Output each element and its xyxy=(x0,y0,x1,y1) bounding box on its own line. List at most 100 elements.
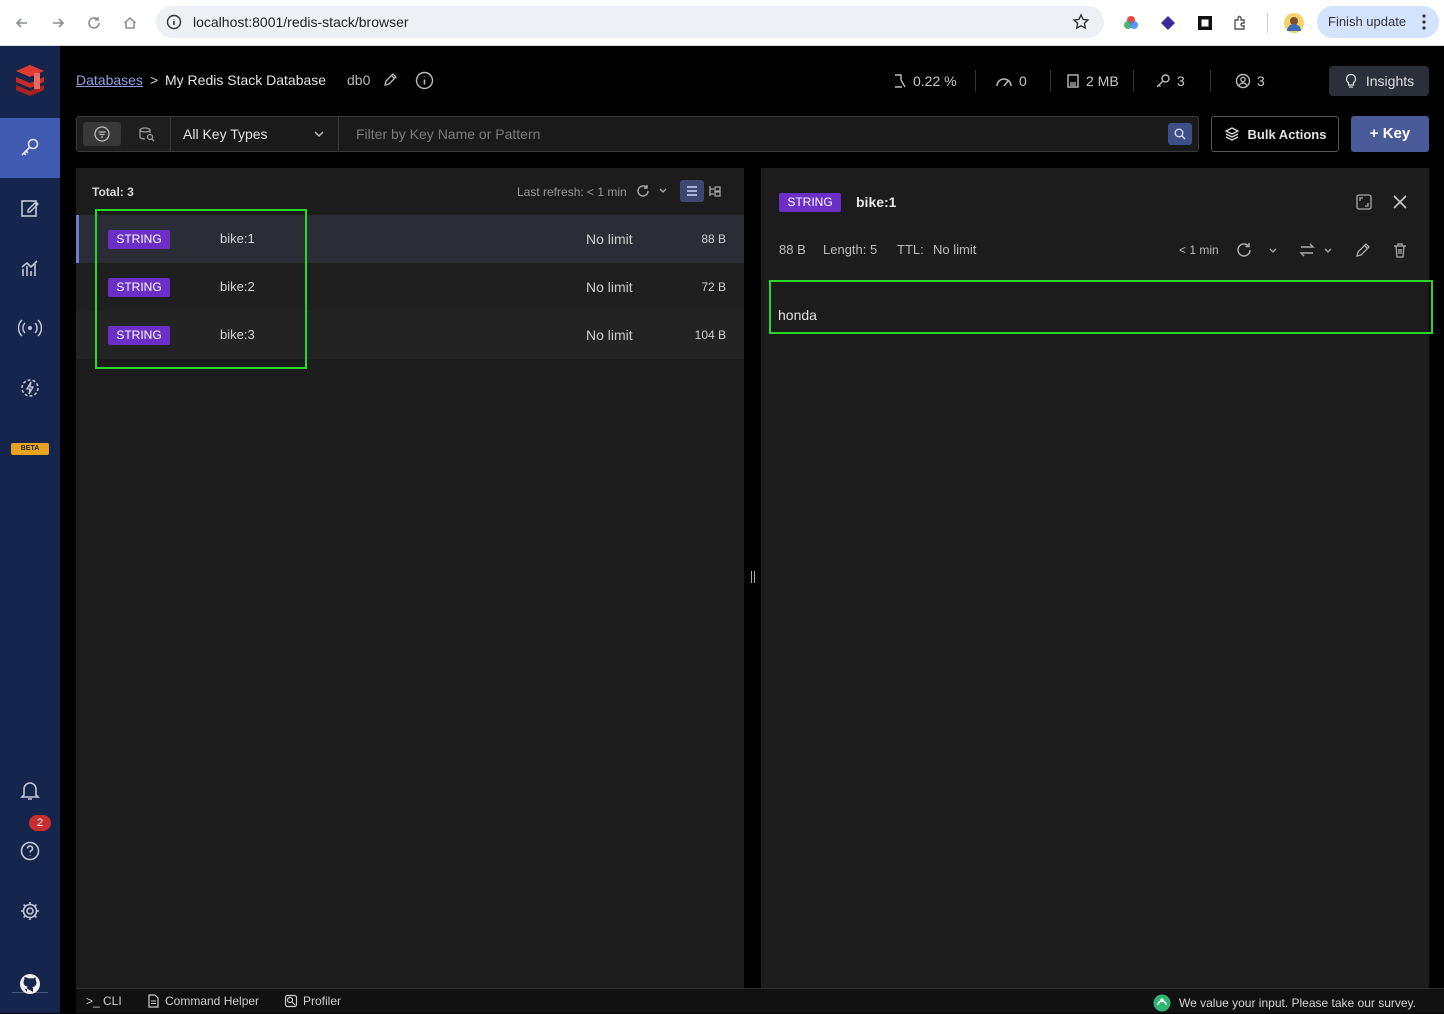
keys-value: 3 xyxy=(1177,73,1185,89)
view-mode-toggle xyxy=(77,117,171,151)
kebab-menu-icon[interactable] xyxy=(1422,6,1426,38)
resize-grip-icon[interactable] xyxy=(751,571,755,583)
color-extension-icon[interactable] xyxy=(1120,12,1142,34)
delete-trash-icon[interactable] xyxy=(1391,241,1409,259)
site-info-icon[interactable] xyxy=(166,14,182,30)
string-value-text: honda xyxy=(778,307,817,323)
string-value-area[interactable]: honda xyxy=(769,280,1433,334)
key-list-panel: Total: 3 Last refresh: < 1 min STRING bi… xyxy=(76,168,744,988)
detail-type-badge: STRING xyxy=(779,193,841,212)
sidebar-item-workbench[interactable] xyxy=(0,178,60,238)
key-size: 88 B xyxy=(701,232,726,246)
bottom-bar: >_ CLI Command Helper Profiler We value … xyxy=(76,988,1444,1013)
reload-icon[interactable] xyxy=(82,11,106,35)
survey-link[interactable]: We value your input. Please take our sur… xyxy=(1153,994,1416,1012)
sidebar-item-help[interactable] xyxy=(0,821,60,881)
profiler-label: Profiler xyxy=(303,994,342,1008)
url-text: localhost:8001/redis-stack/browser xyxy=(193,14,409,30)
analytics-icon xyxy=(21,260,38,276)
edit-db-pencil-icon[interactable] xyxy=(382,72,398,88)
detail-refresh-icon[interactable] xyxy=(1235,241,1253,259)
insights-button[interactable]: Insights xyxy=(1329,66,1429,96)
cpu-icon xyxy=(895,74,906,88)
profile-avatar-icon[interactable] xyxy=(1283,12,1305,34)
forward-icon[interactable] xyxy=(46,11,70,35)
panel-resize-handle[interactable] xyxy=(744,168,761,988)
speedometer-icon xyxy=(996,78,1012,87)
stat-divider xyxy=(1133,70,1134,92)
table-row[interactable]: STRING bike:2 No limit 72 B xyxy=(76,263,744,311)
finish-update-button[interactable]: Finish update xyxy=(1317,6,1439,38)
db-index: db0 xyxy=(347,72,371,88)
format-chevron-icon[interactable] xyxy=(1323,247,1333,255)
tree-view-icon xyxy=(709,186,721,197)
square-extension-icon[interactable] xyxy=(1194,12,1216,34)
sidebar-item-analysis[interactable] xyxy=(0,238,60,298)
bulk-actions-button[interactable]: Bulk Actions xyxy=(1211,116,1339,152)
sidebar: BETA 2 xyxy=(0,46,60,1013)
layers-icon xyxy=(1224,127,1239,141)
refresh-options-chevron-icon[interactable] xyxy=(1268,247,1278,255)
home-icon[interactable] xyxy=(118,11,142,35)
chevron-down-icon[interactable] xyxy=(313,129,325,139)
memory-icon xyxy=(1067,74,1079,88)
diamond-extension-icon[interactable] xyxy=(1157,12,1179,34)
detail-ttl-value[interactable]: No limit xyxy=(933,242,976,257)
sidebar-item-settings[interactable] xyxy=(0,881,60,941)
close-icon[interactable] xyxy=(1391,193,1409,211)
filter-bar: All Key Types xyxy=(76,116,1199,152)
user-circle-icon xyxy=(1235,73,1251,89)
search-database-icon xyxy=(139,127,155,142)
search-mode-button[interactable] xyxy=(127,122,165,146)
address-bar[interactable]: localhost:8001/redis-stack/browser xyxy=(156,6,1104,38)
sidebar-item-notifications[interactable] xyxy=(0,760,60,820)
gear-icon xyxy=(21,902,39,920)
edit-value-pencil-icon[interactable] xyxy=(1354,241,1372,259)
command-helper-label: Command Helper xyxy=(165,994,260,1008)
sidebar-item-pubsub[interactable] xyxy=(0,298,60,358)
bookmark-star-icon[interactable] xyxy=(1072,13,1090,31)
detail-ttl-label: TTL: xyxy=(897,242,924,257)
cli-button[interactable]: >_ CLI xyxy=(86,994,122,1008)
key-details-panel: STRING bike:1 88 B Length: 5 TTL: No lim… xyxy=(761,168,1433,988)
db-info-icon[interactable] xyxy=(415,71,434,90)
help-icon xyxy=(20,841,40,861)
browser-toolbar: localhost:8001/redis-stack/browser Finis… xyxy=(0,0,1444,46)
key-type-badge: STRING xyxy=(108,278,170,297)
sidebar-item-browser[interactable] xyxy=(0,118,60,178)
ops-value: 0 xyxy=(1019,73,1027,89)
breadcrumb-databases-link[interactable]: Databases xyxy=(76,72,143,88)
table-row[interactable]: STRING bike:1 No limit 88 B xyxy=(76,215,744,263)
clients-stat: 3 xyxy=(1235,72,1265,90)
survey-text: We value your input. Please take our sur… xyxy=(1178,996,1416,1010)
fullscreen-icon[interactable] xyxy=(1355,193,1373,211)
back-icon[interactable] xyxy=(10,11,34,35)
filter-mode-button[interactable] xyxy=(83,122,121,146)
refresh-icon[interactable] xyxy=(636,184,650,198)
key-name: bike:2 xyxy=(220,279,255,294)
insights-label: Insights xyxy=(1365,73,1415,89)
search-icon xyxy=(1174,128,1186,140)
sidebar-item-triggers[interactable] xyxy=(0,358,60,418)
redis-logo-icon[interactable] xyxy=(0,50,60,110)
profiler-button[interactable]: Profiler xyxy=(284,994,341,1008)
cli-label: >_ CLI xyxy=(86,994,122,1008)
command-helper-button[interactable]: Command Helper xyxy=(146,994,259,1008)
search-submit-button[interactable] xyxy=(1168,123,1192,145)
key-size: 72 B xyxy=(701,280,726,294)
auto-refresh-chevron-icon[interactable] xyxy=(658,187,668,195)
extensions-puzzle-icon[interactable] xyxy=(1230,12,1252,34)
list-view-icon xyxy=(687,186,697,196)
format-swap-icon[interactable] xyxy=(1298,241,1316,259)
finish-update-label: Finish update xyxy=(1328,14,1407,29)
sidebar-item-github[interactable] xyxy=(0,954,60,1014)
tree-view-button[interactable] xyxy=(708,184,722,198)
key-filter-input[interactable] xyxy=(340,117,1166,151)
table-row[interactable]: STRING bike:3 No limit 104 B xyxy=(76,311,744,359)
list-view-button[interactable] xyxy=(680,180,704,202)
detail-refresh-time: < 1 min xyxy=(1179,243,1219,257)
cpu-value: 0.22 % xyxy=(913,73,957,89)
detail-key-name[interactable]: bike:1 xyxy=(856,194,896,210)
beta-badge: BETA xyxy=(11,443,49,455)
add-key-button[interactable]: + Key xyxy=(1351,116,1429,152)
